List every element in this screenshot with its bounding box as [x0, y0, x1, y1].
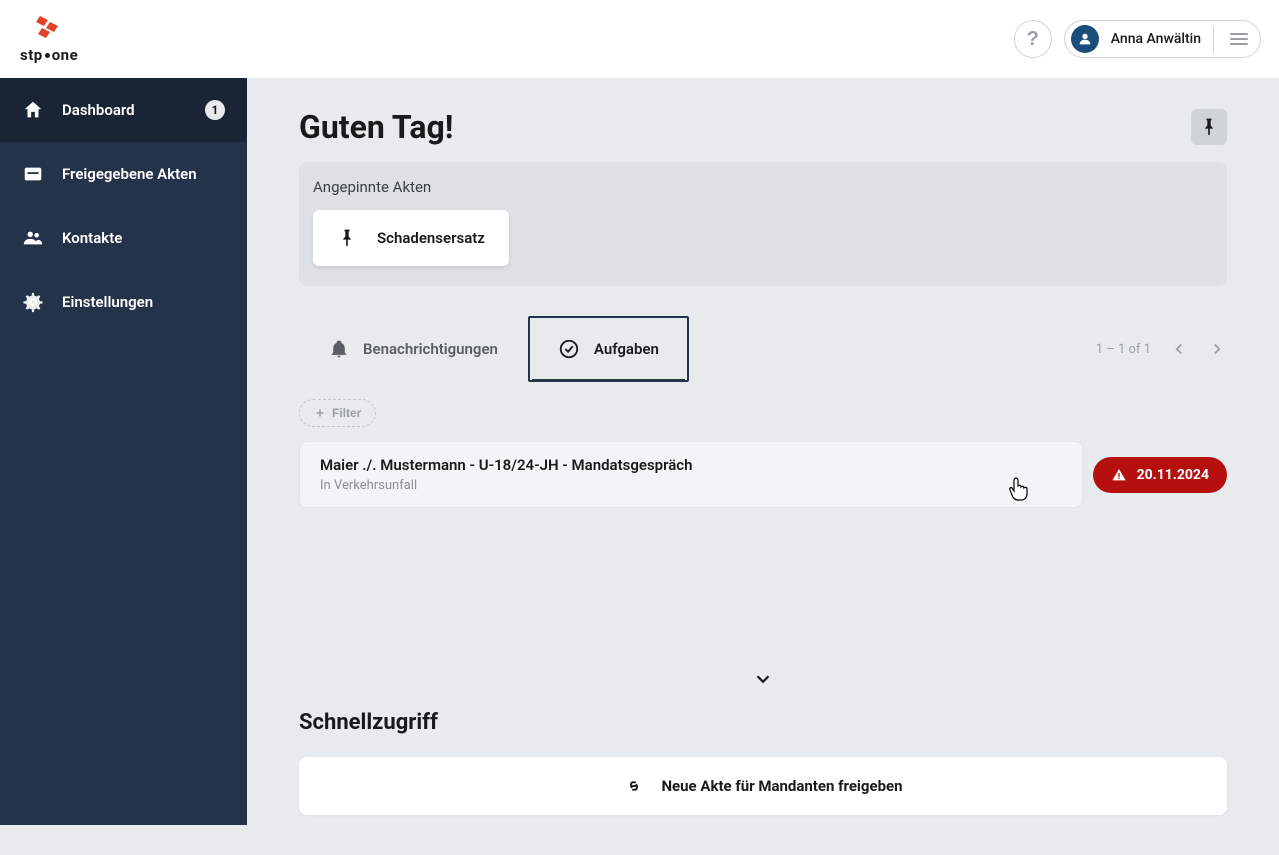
task-subtitle: In Verkehrsunfall: [320, 478, 1062, 493]
pinned-panel: Angepinnte Akten Schadensersatz: [299, 162, 1227, 286]
quick-action-card[interactable]: Neue Akte für Mandanten freigeben: [299, 757, 1227, 815]
task-title: Maier ./. Mustermann - U-18/24-JH - Mand…: [320, 456, 1062, 474]
pagination-info: 1 – 1 of 1: [1096, 342, 1151, 357]
sidebar-item-label: Kontakte: [62, 229, 225, 247]
people-icon: [22, 227, 44, 249]
pinned-card[interactable]: Schadensersatz: [313, 210, 509, 266]
folder-icon: [22, 163, 44, 185]
tabs: Benachrichtigungen Aufgaben: [299, 316, 689, 382]
filter-chip[interactable]: Filter: [299, 399, 376, 427]
user-menu[interactable]: Anna Anwältin: [1064, 20, 1261, 58]
sidebar-item-label: Einstellungen: [62, 293, 225, 311]
task-date-badge: 20.11.2024: [1093, 457, 1227, 493]
pin-toggle-button[interactable]: [1191, 109, 1227, 145]
chevron-down-icon: [752, 668, 774, 690]
tabs-row: Benachrichtigungen Aufgaben 1 – 1 of 1: [299, 316, 1227, 383]
tab-label: Aufgaben: [594, 340, 659, 358]
chevron-right-icon: [1208, 340, 1226, 358]
brand-text: stpone: [20, 46, 78, 64]
sidebar-item-kontakte[interactable]: Kontakte: [0, 206, 247, 270]
tab-benachrichtigungen[interactable]: Benachrichtigungen: [299, 316, 528, 382]
sidebar-item-label: Freigegebene Akten: [62, 165, 225, 183]
task-card[interactable]: Maier ./. Mustermann - U-18/24-JH - Mand…: [299, 441, 1083, 508]
filter-row: Filter: [299, 383, 1227, 441]
expand-row: [299, 508, 1227, 710]
link-icon: [623, 775, 645, 797]
tab-aufgaben[interactable]: Aufgaben: [528, 316, 689, 382]
pinned-title: Angepinnte Akten: [313, 178, 1213, 196]
check-circle-icon: [558, 338, 580, 360]
divider: [1213, 26, 1214, 52]
hamburger-icon: [1226, 29, 1252, 49]
quick-action-label: Neue Akte für Mandanten freigeben: [661, 777, 902, 795]
pinned-card-label: Schadensersatz: [377, 229, 485, 247]
quick-access-title: Schnellzugriff: [299, 710, 1227, 735]
user-name: Anna Anwältin: [1111, 31, 1201, 47]
home-icon: [22, 99, 44, 121]
help-button[interactable]: ?: [1014, 20, 1052, 58]
avatar: [1071, 25, 1099, 53]
expand-button[interactable]: [752, 668, 774, 694]
tab-label: Benachrichtigungen: [363, 340, 498, 358]
bell-icon: [329, 339, 349, 359]
warning-icon: [1111, 467, 1127, 483]
sidebar-item-einstellungen[interactable]: Einstellungen: [0, 270, 247, 334]
logo-icon: [20, 14, 62, 44]
task-row: Maier ./. Mustermann - U-18/24-JH - Mand…: [299, 441, 1227, 508]
pagination: 1 – 1 of 1: [1096, 339, 1227, 359]
pagination-next[interactable]: [1207, 339, 1227, 359]
sidebar-item-freigegebene-akten[interactable]: Freigegebene Akten: [0, 142, 247, 206]
person-icon: [1077, 31, 1093, 47]
filter-label: Filter: [332, 406, 361, 420]
sidebar-badge: 1: [205, 100, 225, 120]
plus-icon: [314, 407, 326, 419]
topbar-right: ? Anna Anwältin: [1014, 20, 1261, 58]
pin-icon: [1199, 117, 1219, 137]
gear-icon: [22, 291, 44, 313]
main-content: Guten Tag! Angepinnte Akten Schadensersa…: [247, 0, 1279, 855]
topbar: stpone ? Anna Anwältin: [0, 0, 1279, 78]
chevron-left-icon: [1170, 340, 1188, 358]
sidebar-item-dashboard[interactable]: Dashboard 1: [0, 78, 247, 142]
greeting-title: Guten Tag!: [299, 108, 453, 146]
pagination-prev[interactable]: [1169, 339, 1189, 359]
task-date: 20.11.2024: [1137, 467, 1209, 483]
pin-icon: [337, 228, 357, 248]
sidebar: Dashboard 1 Freigegebene Akten Kontakte …: [0, 78, 247, 825]
brand-logo: stpone: [20, 14, 78, 64]
sidebar-item-label: Dashboard: [62, 101, 187, 119]
